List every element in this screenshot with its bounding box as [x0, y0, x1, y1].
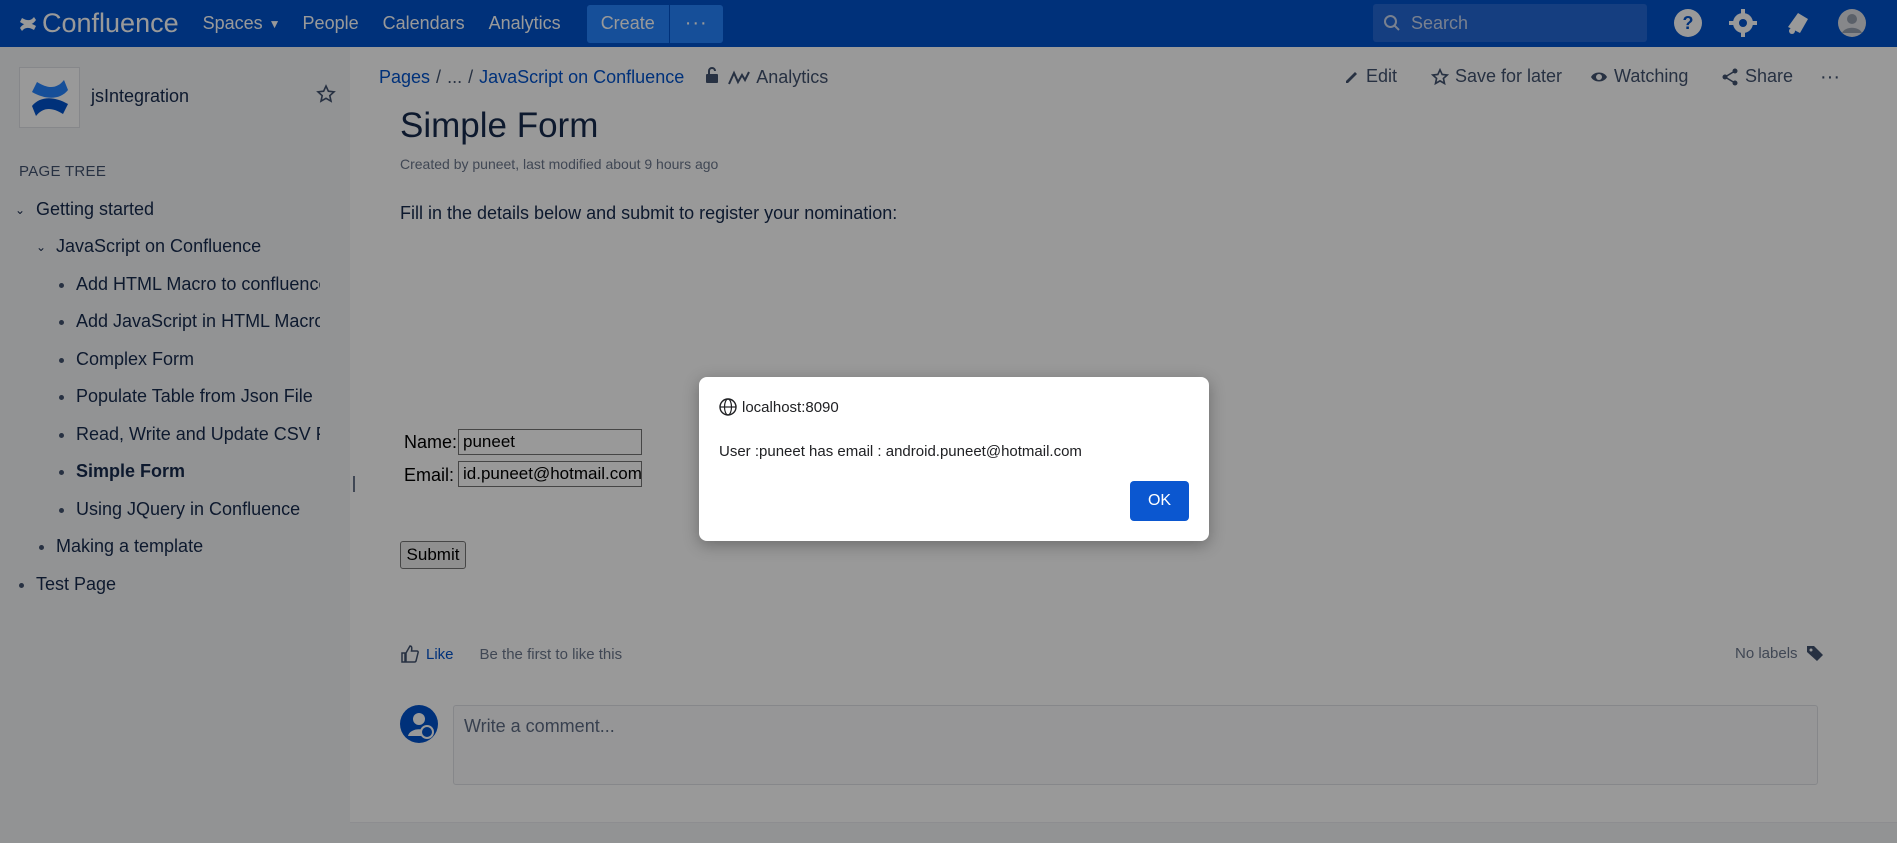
dialog-message: User :puneet has email : android.puneet@… — [719, 443, 1082, 460]
ok-button[interactable]: OK — [1130, 481, 1189, 521]
dialog-origin-text: localhost:8090 — [742, 398, 839, 416]
dialog-origin: localhost:8090 — [719, 398, 839, 416]
alert-dialog: localhost:8090 User :puneet has email : … — [699, 377, 1209, 541]
globe-icon — [719, 398, 737, 416]
